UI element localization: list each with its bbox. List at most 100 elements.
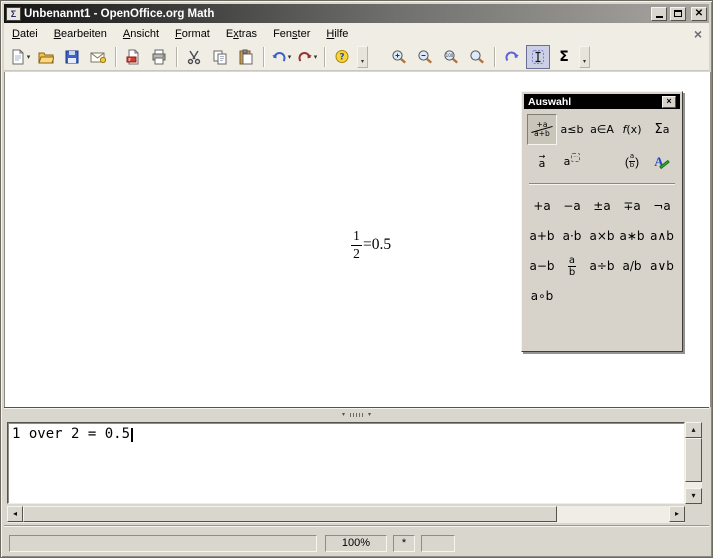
formula-cursor-icon xyxy=(530,49,546,65)
palette-categories: +aa+ba≤ba∈Af(x)Σa →aa⋯ (ab)A xyxy=(522,111,682,177)
palette-symbol-a∧b[interactable]: a∧b xyxy=(647,221,677,251)
palette-symbol-−a[interactable]: −a xyxy=(557,191,587,221)
scroll-left-icon[interactable]: ◂ xyxy=(7,506,23,522)
equals-rhs: =0.5 xyxy=(363,236,391,254)
scroll-down-icon[interactable]: ▾ xyxy=(685,488,702,504)
category-brackets[interactable]: (ab) xyxy=(617,146,647,177)
undo-button[interactable]: ▾ xyxy=(269,45,293,69)
pdf-icon xyxy=(125,49,141,65)
new-document-button[interactable]: ▾ xyxy=(8,45,32,69)
open-folder-icon xyxy=(38,49,54,65)
palette-symbol-a∗b[interactable]: a∗b xyxy=(617,221,647,251)
category-formats[interactable]: A xyxy=(647,146,677,177)
palette-symbol-a÷b[interactable]: a÷b xyxy=(587,251,617,281)
command-panel-border xyxy=(4,525,709,527)
svg-text:100: 100 xyxy=(445,53,453,58)
menu-item-format[interactable]: Format xyxy=(167,25,218,43)
view-splitter[interactable]: ▾ ▾ xyxy=(4,407,709,421)
toolbar: ▾ ▾ ▾ ? ▾ 100 Σ ▾ xyxy=(4,44,709,71)
menu-item-extras[interactable]: Extras xyxy=(218,25,265,43)
toolbar-separator xyxy=(115,47,116,67)
category-operators[interactable]: Σa xyxy=(647,114,677,145)
symbols-catalog-button[interactable]: Σ xyxy=(552,45,576,69)
vertical-scroll-thumb[interactable] xyxy=(685,438,702,482)
export-pdf-button[interactable] xyxy=(121,45,145,69)
print-button[interactable] xyxy=(147,45,171,69)
category-attributes[interactable]: →a xyxy=(527,146,557,177)
palette-symbol-∓a[interactable]: ∓a xyxy=(617,191,647,221)
command-horizontal-scrollbar[interactable]: ◂ ▸ xyxy=(7,506,685,523)
zoom-100-icon: 100 xyxy=(443,49,460,66)
palette-symbol-a·b[interactable]: a·b xyxy=(557,221,587,251)
palette-symbol-¬a[interactable]: ¬a xyxy=(647,191,677,221)
palette-symbol-a×b[interactable]: a×b xyxy=(587,221,617,251)
palette-symbol-a+b[interactable]: a+b xyxy=(527,221,557,251)
scissors-icon xyxy=(186,49,202,65)
command-vertical-scrollbar[interactable]: ▴ ▾ xyxy=(685,422,702,504)
paste-button[interactable] xyxy=(234,45,258,69)
category-relations[interactable]: a≤b xyxy=(557,114,587,145)
palette-title-bar[interactable]: Auswahl × xyxy=(524,94,680,109)
category-set-operations[interactable]: a∈A xyxy=(587,114,617,145)
horizontal-scroll-track[interactable] xyxy=(23,506,669,522)
copy-button[interactable] xyxy=(208,45,232,69)
zoom-out-icon xyxy=(417,49,434,66)
new-dropdown-icon[interactable]: ▾ xyxy=(27,53,31,61)
minimize-button[interactable] xyxy=(651,7,667,21)
save-button[interactable] xyxy=(60,45,84,69)
scroll-up-icon[interactable]: ▴ xyxy=(685,422,702,438)
redo-button[interactable]: ▾ xyxy=(295,45,319,69)
palette-symbol-a∨b[interactable]: a∨b xyxy=(647,251,677,281)
zoom-in-button[interactable] xyxy=(387,45,411,69)
menu-item-ansicht[interactable]: Ansicht xyxy=(115,25,167,43)
horizontal-scroll-thumb[interactable] xyxy=(23,506,557,522)
zoom-button[interactable] xyxy=(465,45,489,69)
cut-button[interactable] xyxy=(182,45,206,69)
zoom-level-panel[interactable]: 100% xyxy=(325,535,387,552)
category-unary-binary-operators[interactable]: +aa+b xyxy=(527,114,557,145)
toolbar-overflow-button[interactable]: ▾ xyxy=(579,46,590,68)
maximize-button[interactable] xyxy=(670,7,686,21)
scroll-right-icon[interactable]: ▸ xyxy=(669,506,685,522)
menu-item-bearbeiten[interactable]: Bearbeiten xyxy=(46,25,115,43)
palette-symbol-a/b[interactable]: a/b xyxy=(617,251,647,281)
close-document-icon[interactable]: × xyxy=(694,27,702,41)
magnifier-icon xyxy=(469,49,486,66)
vertical-scroll-track[interactable] xyxy=(685,438,702,488)
close-button[interactable]: ✕ xyxy=(691,7,707,21)
palette-close-icon[interactable]: × xyxy=(662,96,676,108)
refresh-button[interactable] xyxy=(500,45,524,69)
zoom-100-button[interactable]: 100 xyxy=(439,45,463,69)
toolbar-separator xyxy=(494,47,495,67)
menu-item-hilfe[interactable]: Hilfe xyxy=(318,25,356,43)
text-cursor xyxy=(131,428,133,442)
palette-symbol-a∘b[interactable]: a∘b xyxy=(527,281,557,311)
open-button[interactable] xyxy=(34,45,58,69)
status-extra-panel xyxy=(421,535,455,552)
undo-dropdown-icon[interactable]: ▾ xyxy=(288,53,292,61)
help-button[interactable]: ? xyxy=(330,45,354,69)
palette-symbol-+a[interactable]: +a xyxy=(527,191,557,221)
printer-icon xyxy=(151,49,167,65)
palette-symbol-a-over-b[interactable]: ab xyxy=(557,251,587,281)
menu-item-fenster[interactable]: Fenster xyxy=(265,25,318,43)
title-bar[interactable]: Σ Unbenannt1 - OpenOffice.org Math ✕ xyxy=(4,4,709,23)
redo-dropdown-icon[interactable]: ▾ xyxy=(314,53,318,61)
command-editor[interactable]: 1 over 2 = 0.5 xyxy=(7,422,685,504)
category-functions[interactable]: f(x) xyxy=(617,114,647,145)
palette-symbol-±a[interactable]: ±a xyxy=(587,191,617,221)
menu-item-datei[interactable]: Datei xyxy=(4,25,46,43)
denominator: 2 xyxy=(353,247,360,262)
toolbar-separator xyxy=(263,47,264,67)
category-misc[interactable]: a⋯ xyxy=(557,146,587,177)
email-button[interactable] xyxy=(86,45,110,69)
formula-cursor-button[interactable] xyxy=(526,45,550,69)
splitter-arrow-icon: ▾ xyxy=(368,412,371,418)
splitter-arrow-icon: ▾ xyxy=(342,412,345,418)
undo-arrow-icon xyxy=(271,49,287,65)
palette-symbol-a−b[interactable]: a−b xyxy=(527,251,557,281)
toolbar-separator xyxy=(176,47,177,67)
modified-marker-panel[interactable]: * xyxy=(393,535,415,552)
zoom-out-button[interactable] xyxy=(413,45,437,69)
toolbar-overflow-button[interactable]: ▾ xyxy=(357,46,368,68)
